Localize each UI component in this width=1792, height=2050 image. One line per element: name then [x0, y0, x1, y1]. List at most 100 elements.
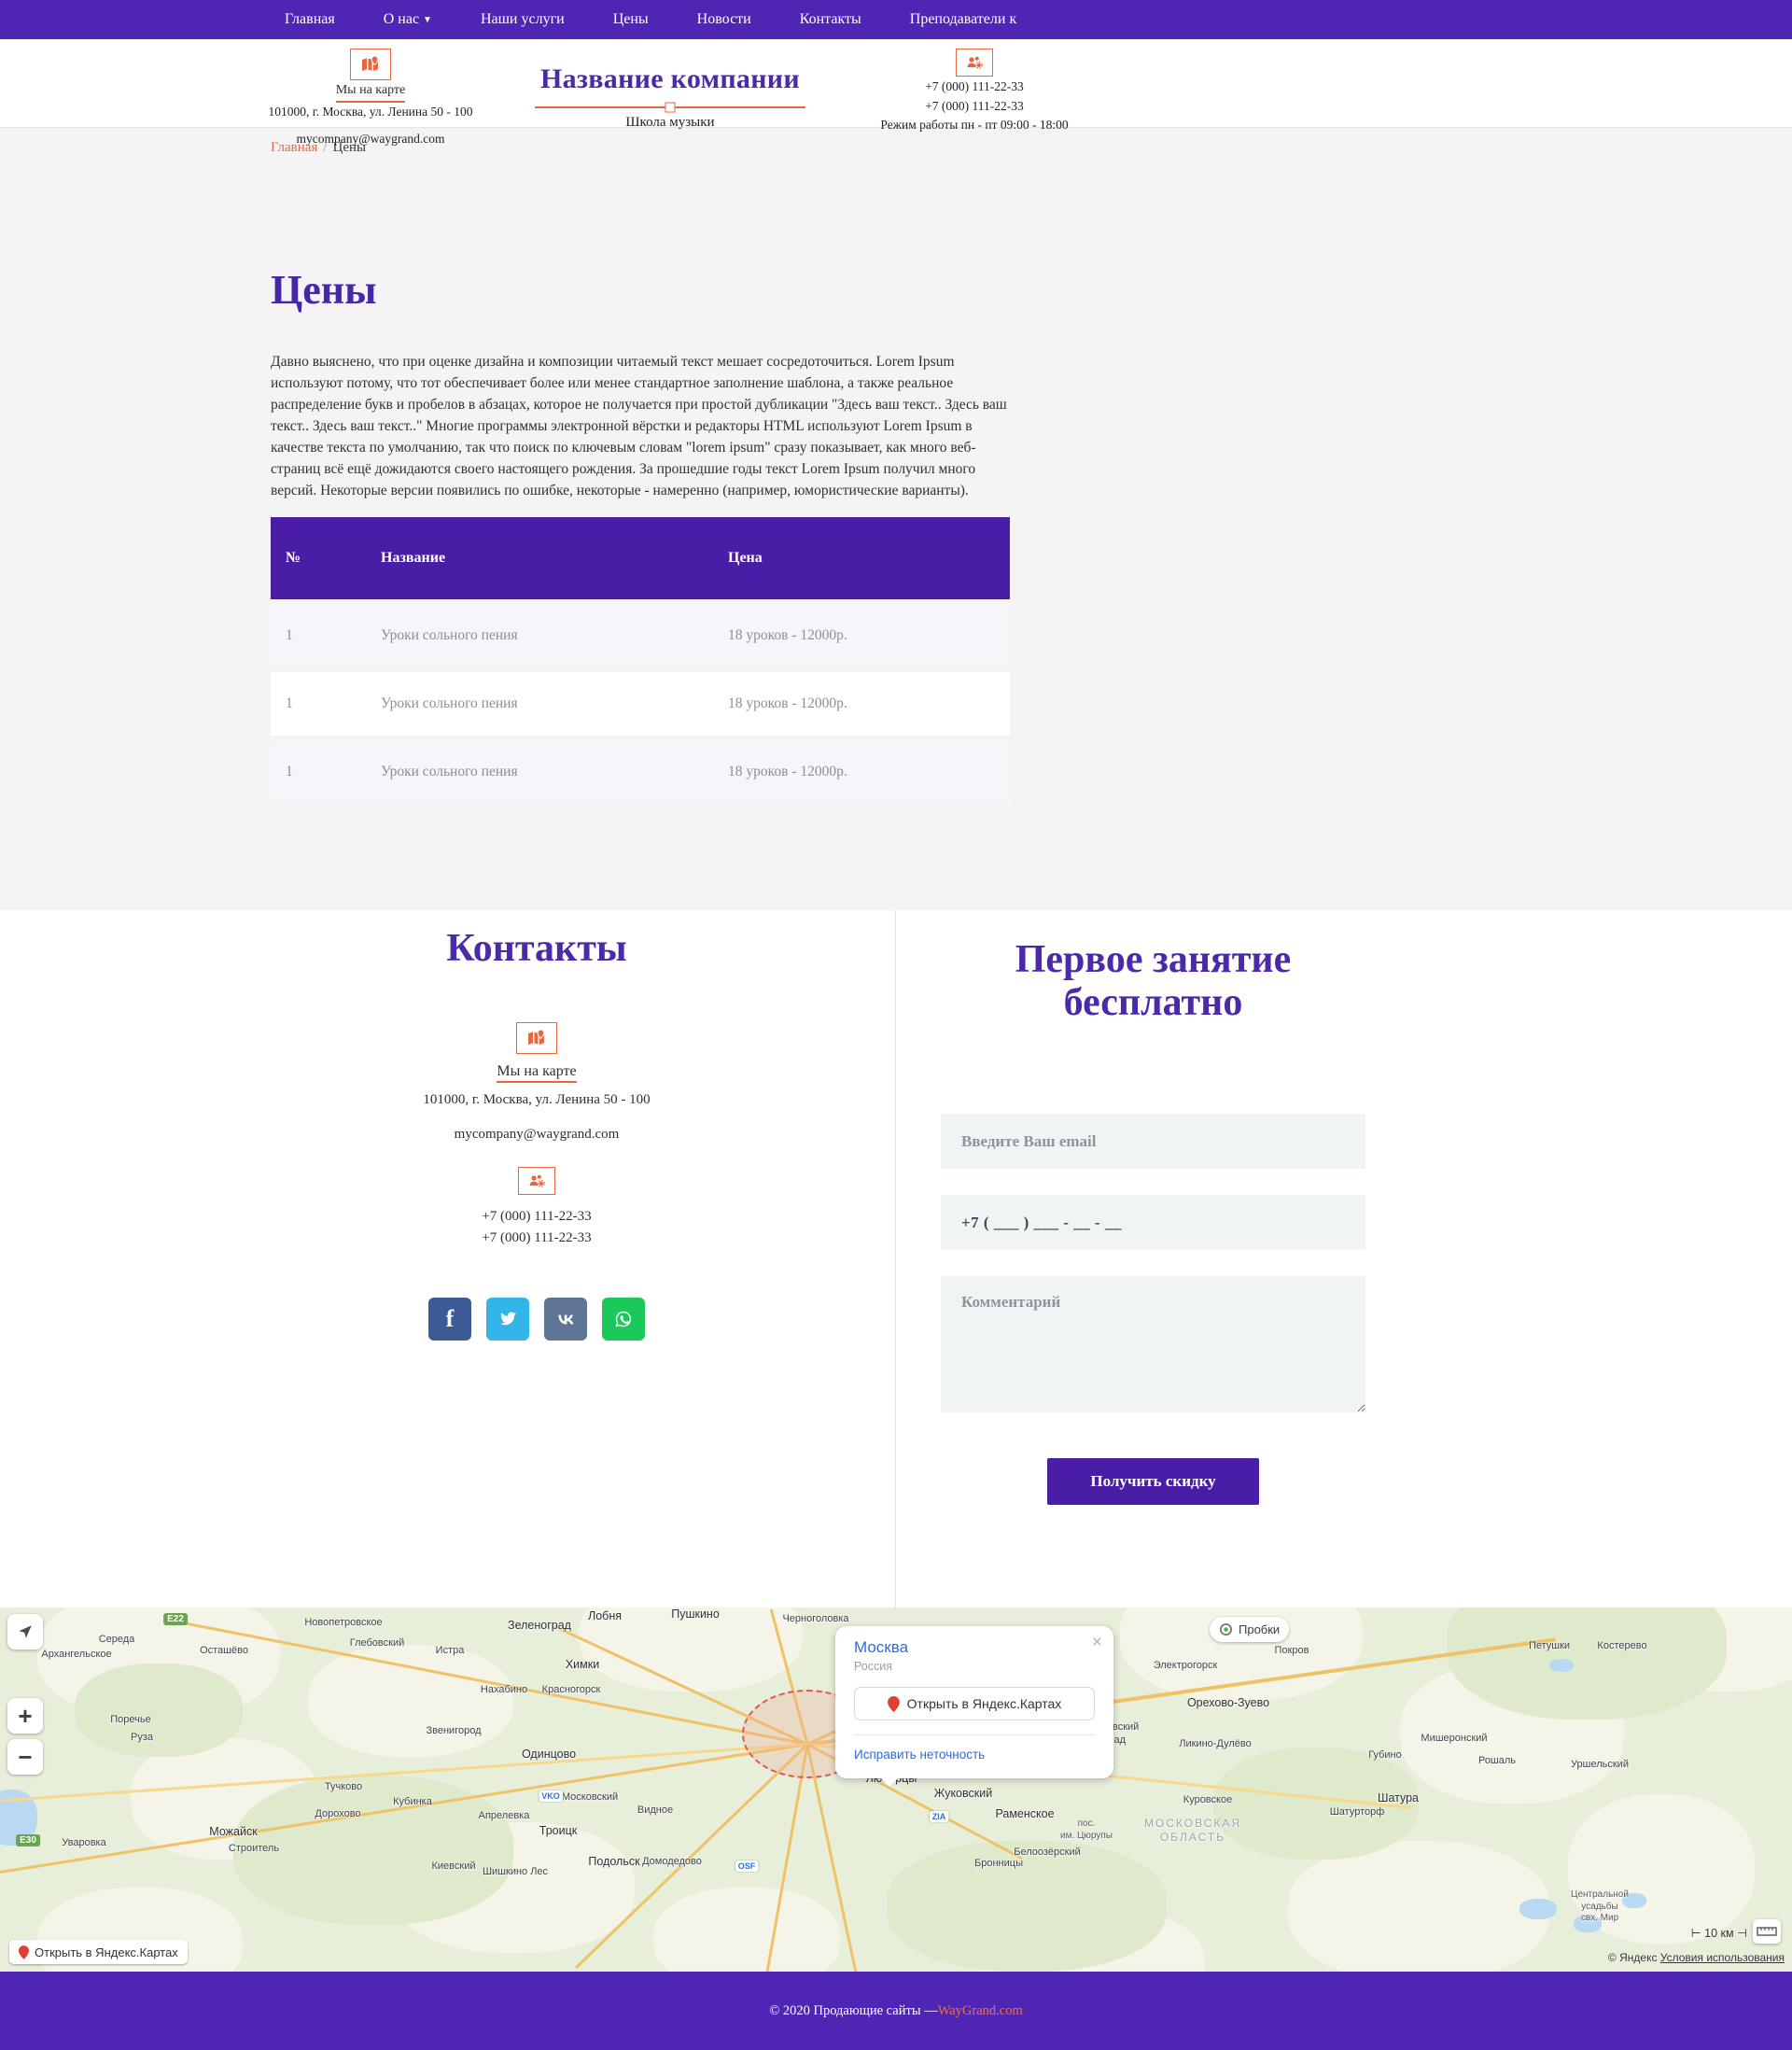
open-in-yandex-maps-button[interactable]: Открыть в Яндекс.Картах	[854, 1687, 1095, 1720]
traffic-icon	[1219, 1622, 1233, 1636]
map-place-label: Середа	[99, 1634, 135, 1647]
table-row: 1Уроки сольного пения18 уроков - 12000р.	[271, 740, 1010, 804]
traffic-button-label: Пробки	[1239, 1622, 1280, 1636]
terms-of-use-link[interactable]: Условия использования	[1660, 1951, 1785, 1964]
map-place-label: Черноголовка	[782, 1613, 848, 1626]
top-nav: Главная О нас▼ Наши услуги Цены Новости …	[0, 0, 1792, 39]
map-place-label: Подольск	[588, 1855, 639, 1870]
map[interactable]: + − Пробки × Москва Россия Открыть в Янд…	[0, 1608, 1792, 1972]
map-place-label: Архангельское	[41, 1649, 111, 1662]
form-title: Первое занятие бесплатно	[941, 938, 1365, 1024]
twitter-icon	[497, 1308, 519, 1330]
facebook-button[interactable]: f	[428, 1298, 471, 1341]
get-discount-button[interactable]: Получить скидку	[1047, 1458, 1259, 1505]
map-place-label: Ликино-Дулёво	[1179, 1738, 1252, 1751]
contact-address: 101000, г. Москва, ул. Ленина 50 - 100	[294, 1092, 779, 1108]
geolocate-button[interactable]	[7, 1614, 43, 1650]
table-header-row: № Название Цена	[271, 517, 1010, 599]
comment-field[interactable]	[941, 1276, 1365, 1412]
nav-item-home[interactable]: Главная	[285, 11, 335, 28]
open-in-yandex-maps-badge[interactable]: Открыть в Яндекс.Картах	[9, 1940, 188, 1964]
twitter-button[interactable]	[486, 1298, 529, 1341]
header-phone-2: +7 (000) 111-22-33	[867, 97, 1082, 116]
nav-item-about[interactable]: О нас▼	[384, 11, 432, 28]
column-number: №	[271, 517, 381, 599]
company-name: Название компании	[525, 58, 815, 100]
breadcrumb-separator: /	[323, 140, 327, 155]
table-cell: Уроки сольного пения	[381, 672, 728, 736]
map-place-label: Зеленоград	[508, 1619, 571, 1634]
email-field[interactable]	[941, 1114, 1365, 1169]
airport-badge: ZIA	[930, 1811, 949, 1822]
navigation-arrow-icon	[17, 1623, 34, 1640]
vk-button[interactable]	[544, 1298, 587, 1341]
map-place-label: Электрогорск	[1154, 1660, 1218, 1673]
table-cell: 18 уроков - 12000р.	[728, 740, 1010, 804]
map-place-label: Куровское	[1183, 1794, 1232, 1807]
lead-form-section: Первое занятие бесплатно Получить скидку	[896, 910, 1792, 1608]
map-place-label: Дорохово	[315, 1808, 360, 1821]
nav-item-about-label: О нас	[384, 11, 419, 27]
map-place-label: Рошаль	[1478, 1755, 1516, 1768]
table-row: 1Уроки сольного пения18 уроков - 12000р.	[271, 604, 1010, 667]
social-links: f	[294, 1298, 779, 1341]
contact-email: mycompany@waygrand.com	[294, 1127, 779, 1143]
map-place-label: Химки	[566, 1658, 599, 1673]
table-cell: 1	[271, 740, 381, 804]
traffic-button[interactable]: Пробки	[1210, 1617, 1289, 1642]
map-place-label: Московский	[562, 1791, 618, 1804]
map-marker-icon	[516, 1022, 557, 1054]
fix-inaccuracy-link[interactable]: Исправить неточность	[854, 1748, 985, 1762]
lead-form: Получить скидку	[941, 1114, 1365, 1505]
table-row: 1Уроки сольного пения18 уроков - 12000р.	[271, 672, 1010, 736]
map-place-label: Звенигород	[426, 1725, 481, 1738]
nav-item-teachers[interactable]: Преподаватели к	[910, 11, 1016, 28]
map-place-label: Лобня	[588, 1609, 622, 1624]
scale-tick-left: ⊢	[1691, 1927, 1704, 1940]
whatsapp-button[interactable]	[602, 1298, 645, 1341]
main-content: Главная/Цены Цены Давно выяснено, что пр…	[0, 128, 1792, 910]
map-place-label: Центральной усадьбы свх. Мир	[1571, 1889, 1629, 1925]
map-link[interactable]: Мы на карте	[497, 1063, 576, 1083]
nav-item-contacts[interactable]: Контакты	[800, 11, 861, 28]
zoom-in-button[interactable]: +	[7, 1698, 43, 1734]
road-number-badge: E30	[16, 1834, 40, 1846]
map-link[interactable]: Мы на карте	[336, 80, 406, 103]
facebook-icon: f	[446, 1305, 455, 1333]
table-cell: 18 уроков - 12000р.	[728, 672, 1010, 736]
map-place-label: Пушкино	[671, 1608, 720, 1622]
popup-city-link[interactable]: Москва	[854, 1638, 908, 1656]
nav-item-prices[interactable]: Цены	[613, 11, 649, 28]
ruler-button[interactable]	[1753, 1919, 1781, 1944]
table-cell: Уроки сольного пения	[381, 604, 728, 667]
map-place-label: Апрелевка	[479, 1810, 530, 1823]
map-place-label: МОСКОВСКАЯ ОБЛАСТЬ	[1144, 1817, 1241, 1845]
map-place-label: Покров	[1275, 1645, 1309, 1658]
header-address: 101000, г. Москва, ул. Ленина 50 - 100	[259, 103, 483, 121]
contacts-section: Контакты Мы на карте 101000, г. Москва, …	[0, 910, 896, 1608]
map-place-label: Осташёво	[200, 1645, 248, 1658]
airport-badge: OSF	[735, 1860, 759, 1872]
breadcrumb-current: Цены	[333, 140, 367, 155]
map-place-label: Троицк	[539, 1824, 577, 1839]
site-footer: © 2020 Продающие сайты — WayGrand.com	[0, 1972, 1792, 2050]
breadcrumb-home-link[interactable]: Главная	[271, 140, 317, 155]
map-place-label: Белоозёрский	[1014, 1846, 1081, 1860]
close-icon[interactable]: ×	[1092, 1634, 1102, 1651]
waygrand-link[interactable]: WayGrand.com	[938, 2003, 1023, 2019]
map-place-label: Одинцово	[522, 1748, 576, 1762]
phone-field[interactable]	[941, 1195, 1365, 1250]
map-popup: × Москва Россия Открыть в Яндекс.Картах …	[835, 1626, 1113, 1778]
ruler-icon	[1757, 1925, 1777, 1938]
open-badge-label: Открыть в Яндекс.Картах	[35, 1945, 178, 1959]
footer-text: © 2020 Продающие сайты —	[769, 2003, 937, 2019]
nav-item-services[interactable]: Наши услуги	[481, 11, 565, 28]
vk-icon	[554, 1308, 577, 1330]
zoom-out-button[interactable]: −	[7, 1739, 43, 1775]
column-price: Цена	[728, 517, 1010, 599]
header-address-block: Мы на карте 101000, г. Москва, ул. Ленин…	[259, 49, 483, 148]
nav-item-news[interactable]: Новости	[697, 11, 751, 28]
table-cell: 1	[271, 672, 381, 736]
map-place-label: Бронницы	[974, 1858, 1023, 1871]
map-place-label: Можайск	[209, 1825, 257, 1840]
